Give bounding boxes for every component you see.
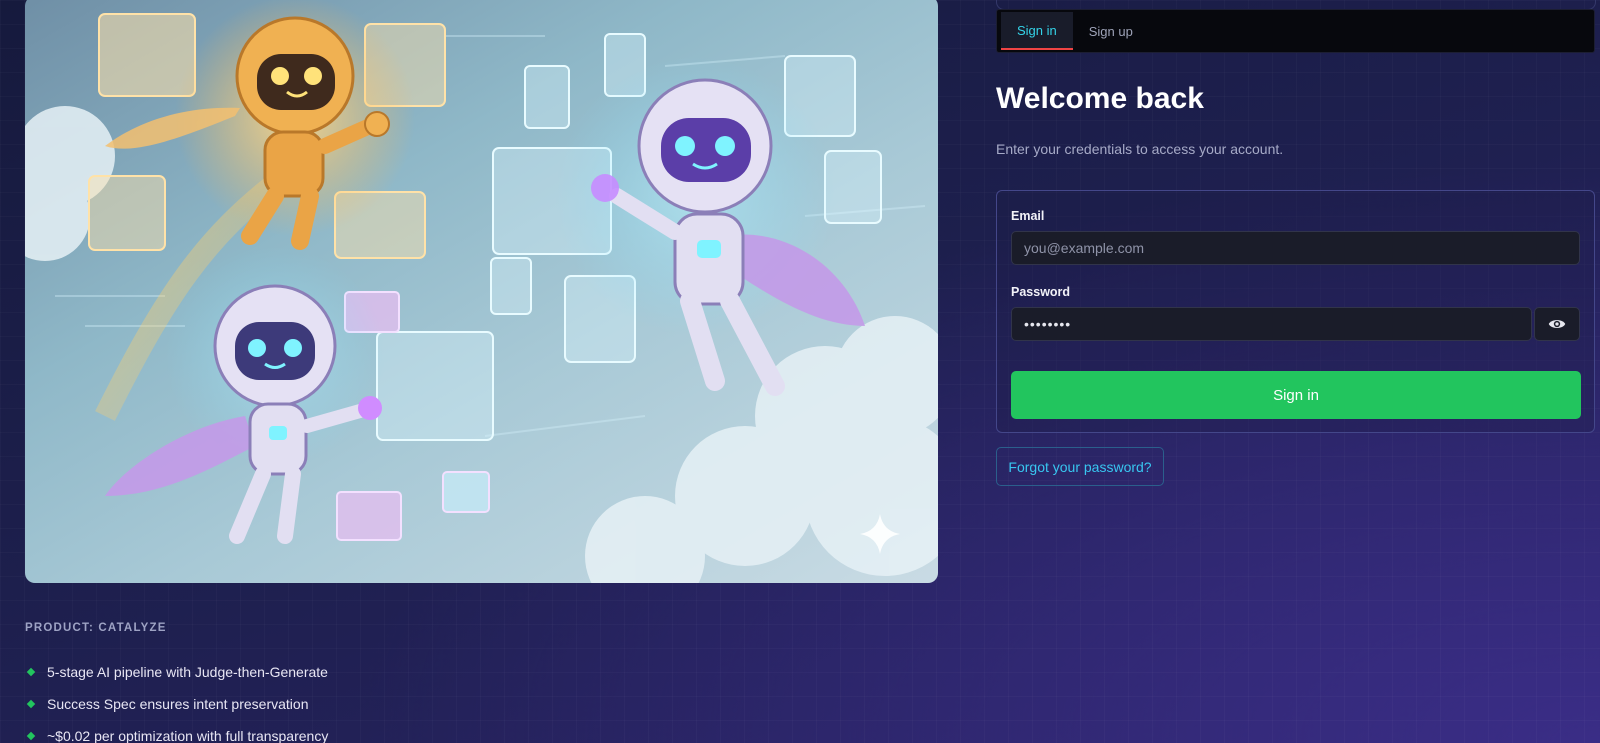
sign-in-button[interactable]: Sign in	[1011, 371, 1581, 419]
tab-sign-up[interactable]: Sign up	[1073, 12, 1149, 50]
email-field[interactable]	[1011, 231, 1580, 265]
diamond-bullet-icon	[26, 667, 36, 677]
feature-text: Success Spec ensures intent preservation	[47, 696, 309, 712]
email-label: Email	[1011, 209, 1045, 223]
product-label: PRODUCT: CATALYZE	[25, 622, 167, 634]
list-item: Success Spec ensures intent preservation	[25, 688, 328, 720]
diamond-bullet-icon	[26, 699, 36, 709]
feature-text: ~$0.02 per optimization with full transp…	[47, 728, 329, 743]
sign-in-form: Email Password Sign in	[996, 190, 1595, 433]
forgot-password-button[interactable]: Forgot your password?	[996, 447, 1164, 486]
password-label: Password	[1011, 285, 1071, 299]
feature-list: 5-stage AI pipeline with Judge-then-Gene…	[25, 656, 328, 743]
robots-illustration	[25, 0, 938, 583]
show-password-button[interactable]	[1534, 307, 1580, 341]
feature-text: 5-stage AI pipeline with Judge-then-Gene…	[47, 664, 328, 680]
page-title: Welcome back	[996, 82, 1204, 115]
page-subtitle: Enter your credentials to access your ac…	[996, 141, 1284, 157]
tab-sign-in[interactable]: Sign in	[1001, 12, 1073, 50]
eye-icon	[1548, 320, 1566, 328]
password-field[interactable]	[1011, 307, 1532, 341]
list-item: ~$0.02 per optimization with full transp…	[25, 720, 328, 743]
hero-illustration	[25, 0, 938, 583]
diamond-bullet-icon	[26, 731, 36, 741]
list-item: 5-stage AI pipeline with Judge-then-Gene…	[25, 656, 328, 688]
auth-tabs: Sign in Sign up	[996, 9, 1595, 53]
